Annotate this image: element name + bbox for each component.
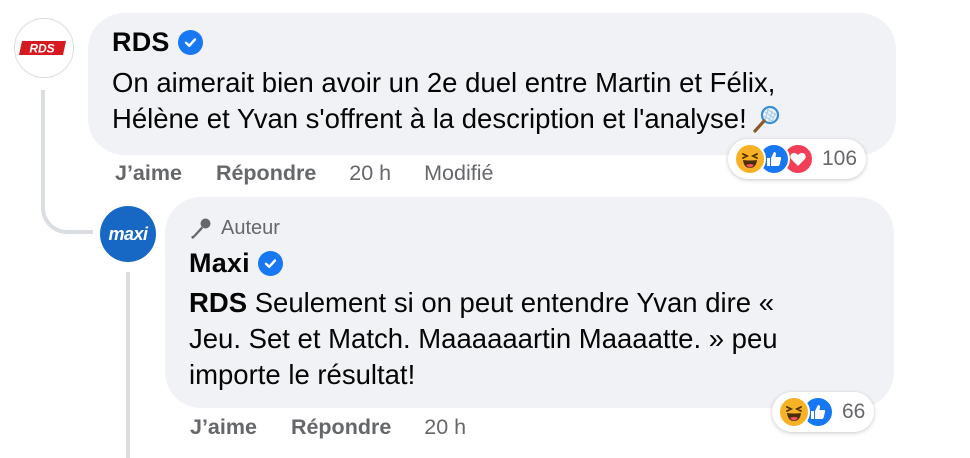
reply-reactions[interactable]: 66 <box>772 392 875 432</box>
thread-line-reply <box>126 272 130 458</box>
reply-text-line-2: Jeu. Set et Match. Maaaaaartin Maaaatte.… <box>189 323 778 354</box>
reply-reaction-count: 66 <box>842 400 866 423</box>
reply-author-row: Maxi <box>189 248 283 279</box>
comment-text: On aimerait bien avoir un 2e duel entre … <box>112 65 781 137</box>
author-badge: Auteur <box>189 216 280 240</box>
reply-text-line-3: importe le résultat! <box>189 359 416 390</box>
reply-timestamp[interactable]: 20 h <box>424 415 466 440</box>
svg-text:RDS: RDS <box>29 42 54 56</box>
comment-edited-label[interactable]: Modifié <box>424 161 493 186</box>
verified-badge-icon <box>257 251 283 276</box>
comment-reply-button[interactable]: Répondre <box>216 161 316 186</box>
reply-author-name[interactable]: Maxi <box>189 248 250 279</box>
haha-reaction-icon <box>778 396 810 428</box>
comment-author-row: RDS <box>112 27 203 58</box>
maxi-logo-icon: maxi <box>108 223 148 244</box>
thread-line-main <box>41 90 45 200</box>
reply-bubble: Auteur Maxi RDS Seulement si on peut ent… <box>165 197 894 408</box>
verified-badge-icon <box>177 30 203 55</box>
comment-actions: J’aime Répondre 20 h Modifié <box>115 161 493 186</box>
comment-text-line-2: Hélène et Yvan s'offrent à la descriptio… <box>112 101 781 137</box>
comment-author-name[interactable]: RDS <box>112 27 170 58</box>
reply-text: RDS Seulement si on peut entendre Yvan d… <box>189 285 778 393</box>
reply-like-button[interactable]: J’aime <box>190 415 257 440</box>
comment-like-button[interactable]: J’aime <box>115 161 182 186</box>
mention-link[interactable]: RDS <box>189 287 247 318</box>
comment-bubble: RDS On aimerait bien avoir un 2e duel en… <box>88 13 896 155</box>
avatar-maxi[interactable]: maxi <box>100 206 156 262</box>
rds-logo-icon: RDS <box>19 41 66 56</box>
comment-timestamp[interactable]: 20 h <box>349 161 391 186</box>
avatar-rds[interactable]: RDS <box>14 18 74 78</box>
reply-reply-button[interactable]: Répondre <box>291 415 391 440</box>
reply-text-line-1: RDS Seulement si on peut entendre Yvan d… <box>189 287 775 318</box>
reply-actions: J’aime Répondre 20 h <box>190 415 466 440</box>
comment-reaction-count: 106 <box>822 147 858 170</box>
author-badge-label: Auteur <box>221 216 280 239</box>
thread-connector <box>41 190 93 234</box>
comment-text-line-1: On aimerait bien avoir un 2e duel entre … <box>112 67 776 98</box>
haha-reaction-icon <box>734 143 766 175</box>
comment-reactions[interactable]: 106 <box>728 139 867 179</box>
microphone-icon <box>191 218 211 239</box>
tennis-racket-icon <box>753 105 779 133</box>
